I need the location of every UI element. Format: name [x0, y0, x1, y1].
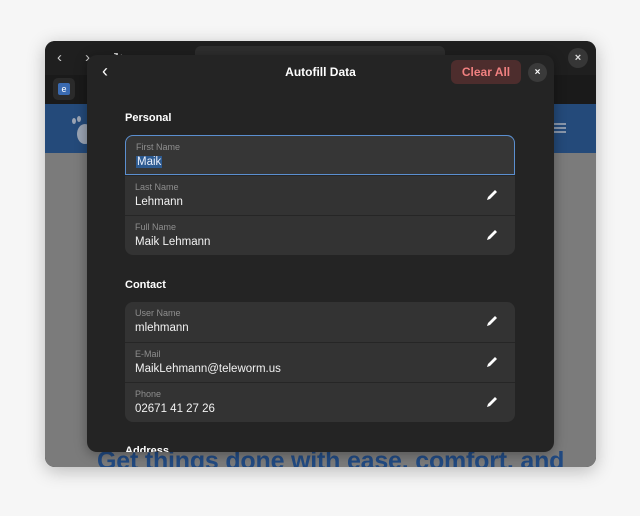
personal-card: First Name Maik Last Name Lehmann Full N…: [125, 135, 515, 255]
field-value: Maik Lehmann: [135, 236, 211, 248]
pencil-icon[interactable]: [485, 188, 499, 202]
selected-text: Maik: [136, 156, 163, 168]
field-value: MaikLehmann@teleworm.us: [135, 363, 281, 375]
field-label: First Name: [136, 142, 181, 152]
tab-favicon[interactable]: e: [53, 78, 75, 100]
field-value: mlehmann: [135, 322, 189, 334]
pencil-icon[interactable]: [485, 355, 499, 369]
field-value: Lehmann: [135, 196, 183, 208]
phone-field[interactable]: Phone 02671 41 27 26: [125, 382, 515, 422]
field-label: Phone: [135, 389, 162, 399]
field-value[interactable]: Maik: [136, 156, 163, 168]
section-title-address: Address: [125, 445, 170, 452]
autofill-dialog: ‹ Autofill Data Clear All × Personal Fir…: [87, 55, 554, 452]
contact-card: User Name mlehmann E-Mail MaikLehmann@te…: [125, 302, 515, 422]
email-field[interactable]: E-Mail MaikLehmann@teleworm.us: [125, 342, 515, 382]
section-title-personal: Personal: [125, 112, 172, 124]
pencil-icon[interactable]: [485, 314, 499, 328]
pencil-icon[interactable]: [485, 395, 499, 409]
back-icon[interactable]: ‹: [57, 49, 62, 67]
field-label: Last Name: [135, 182, 179, 192]
field-label: Full Name: [135, 222, 177, 232]
field-label: User Name: [135, 308, 181, 318]
pencil-icon[interactable]: [485, 228, 499, 242]
section-title-contact: Contact: [125, 279, 166, 291]
last-name-field[interactable]: Last Name Lehmann: [125, 175, 515, 215]
first-name-field[interactable]: First Name Maik: [125, 135, 515, 175]
user-name-field[interactable]: User Name mlehmann: [125, 302, 515, 342]
dialog-header: ‹ Autofill Data Clear All ×: [87, 55, 554, 89]
window-close-button[interactable]: ×: [568, 48, 588, 68]
site-icon: e: [58, 83, 70, 95]
field-value: 02671 41 27 26: [135, 403, 215, 415]
site-menu-icon[interactable]: [554, 123, 566, 135]
full-name-field[interactable]: Full Name Maik Lehmann: [125, 215, 515, 255]
dialog-close-button[interactable]: ×: [528, 63, 547, 82]
clear-all-button[interactable]: Clear All: [451, 60, 521, 84]
field-label: E-Mail: [135, 349, 161, 359]
